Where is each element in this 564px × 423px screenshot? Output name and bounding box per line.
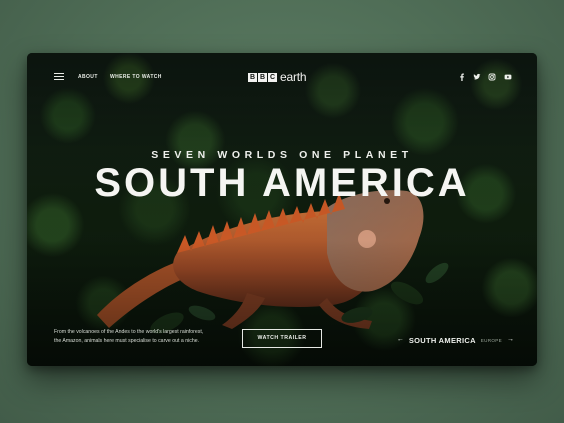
next-region-label[interactable]: EUROPE (481, 338, 502, 343)
logo-letter-b1: B (248, 72, 257, 82)
description-line: the Amazon, animals here must specialise… (54, 337, 200, 344)
previous-arrow-icon[interactable]: ← (397, 336, 404, 344)
region-pager: ← SOUTH AMERICA EUROPE → (397, 335, 514, 345)
top-navigation: ABOUT WHERE TO WATCH B B C earth (27, 53, 537, 101)
youtube-icon[interactable] (504, 73, 512, 81)
watch-trailer-button[interactable]: WATCH TRAILER (242, 329, 322, 348)
nav-link-where-to-watch[interactable]: WHERE TO WATCH (110, 74, 162, 80)
nav-link-about[interactable]: ABOUT (78, 74, 98, 80)
facebook-icon[interactable] (458, 73, 466, 81)
hamburger-menu-icon[interactable] (54, 73, 64, 81)
twitter-icon[interactable] (473, 73, 481, 81)
next-arrow-icon[interactable]: → (507, 336, 514, 344)
hero-description: From the volcanoes of the Andes to the w… (54, 328, 249, 345)
current-region-label[interactable]: SOUTH AMERICA (409, 336, 476, 345)
bbc-earth-logo[interactable]: B B C earth (248, 70, 307, 84)
page-title: SOUTH AMERICA (94, 161, 470, 205)
logo-word: earth (280, 70, 307, 84)
hero-card: ABOUT WHERE TO WATCH B B C earth SEVEN W… (27, 53, 537, 366)
instagram-icon[interactable] (488, 73, 496, 81)
logo-letter-b2: B (258, 72, 267, 82)
description-line: From the volcanoes of the Andes to the w… (54, 329, 204, 335)
logo-letter-c: C (268, 72, 277, 82)
